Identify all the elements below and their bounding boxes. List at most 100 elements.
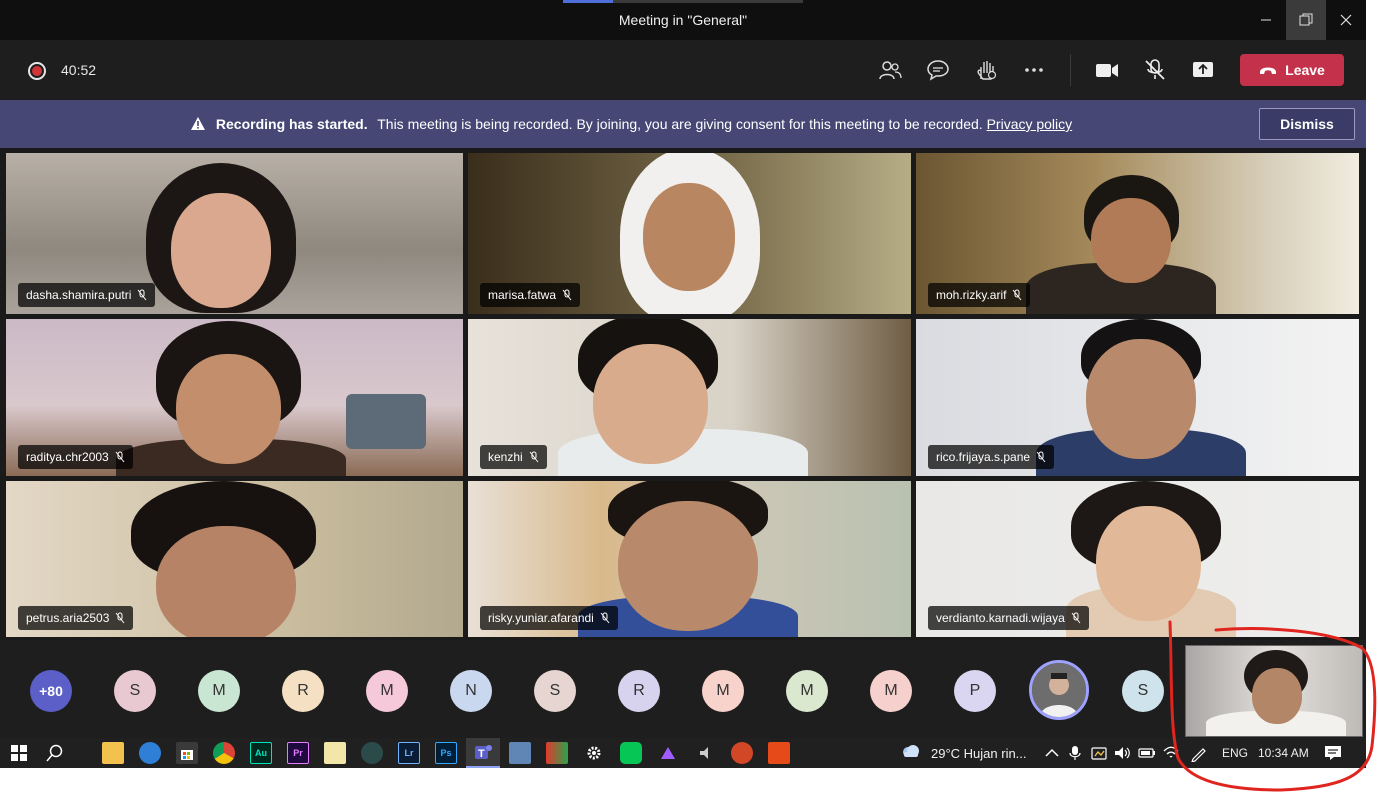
avatar[interactable]: S [534,670,576,712]
participant-name: dasha.shamira.putri [26,288,132,302]
video-tile[interactable]: raditya.chr2003 [6,319,463,476]
notes-icon[interactable] [324,742,346,764]
video-tile[interactable]: risky.yuniar.afarandi [468,481,911,637]
video-tile[interactable]: verdianto.karnadi.wijaya [916,481,1359,637]
video-tile[interactable]: dasha.shamira.putri [6,153,463,314]
more-participants-button[interactable]: +80 [30,670,72,712]
participant-name-tag: rico.frijaya.s.pane [928,445,1055,469]
title-accent [563,0,803,3]
leave-label: Leave [1285,62,1325,78]
notifications-icon[interactable] [1322,742,1344,764]
avatar[interactable]: S [114,670,156,712]
teams-icon: T [475,745,492,760]
meeting-timer: 40:52 [61,62,97,78]
toolbar-divider [1070,54,1071,86]
lightroom-icon[interactable]: Lr [398,742,420,764]
avatar[interactable]: M [870,670,912,712]
volume-icon[interactable] [1112,742,1134,764]
chrome-icon[interactable] [213,742,235,764]
store-icon[interactable] [176,742,198,764]
chevron-up-icon[interactable] [1041,742,1063,764]
settings-icon[interactable] [583,742,605,764]
banner-message: Recording has started. This meeting is b… [190,116,1072,132]
pdf-icon[interactable] [768,742,790,764]
participants-button[interactable] [876,56,904,84]
weather-text[interactable]: 29°C Hujan rin... [931,746,1027,761]
restore-button[interactable] [1286,0,1326,40]
chat-button[interactable] [924,56,952,84]
search-button[interactable] [44,742,66,764]
photoshop-icon[interactable]: Ps [435,742,457,764]
app-icon[interactable] [546,742,568,764]
language-indicator[interactable]: ENG [1222,746,1248,760]
minimize-button[interactable] [1246,0,1286,40]
participant-name: verdianto.karnadi.wijaya [936,611,1065,625]
pen-icon[interactable] [1188,742,1210,764]
app-icon[interactable] [361,742,383,764]
minimize-icon [1261,19,1271,21]
mic-off-icon [600,612,610,624]
leave-button[interactable]: Leave [1240,54,1344,86]
close-window-button[interactable] [1326,0,1366,40]
window-title: Meeting in "General" [618,12,748,28]
wifi-icon[interactable] [1160,742,1182,764]
more-actions-button[interactable] [1020,56,1048,84]
video-tile[interactable]: kenzhi [468,319,911,476]
dismiss-button[interactable]: Dismiss [1259,108,1355,140]
participant-name: kenzhi [488,450,523,464]
video-tile[interactable]: rico.frijaya.s.pane [916,319,1359,476]
share-screen-button[interactable] [1189,56,1217,84]
avatar[interactable]: S [1122,670,1164,712]
camera-button[interactable] [1093,56,1121,84]
participant-name-tag: raditya.chr2003 [18,445,133,469]
avatar[interactable]: N [450,670,492,712]
teams-taskbar-button[interactable]: T [466,738,500,768]
avatar[interactable]: R [282,670,324,712]
self-view-video[interactable] [1185,645,1363,737]
participant-name: risky.yuniar.afarandi [488,611,594,625]
recording-banner: Recording has started. This meeting is b… [0,100,1366,148]
participant-name: rico.frijaya.s.pane [936,450,1031,464]
avatar[interactable] [1029,660,1089,720]
file-explorer-icon[interactable] [102,742,124,764]
share-icon [1193,62,1213,77]
edge-browser-icon[interactable] [139,742,161,764]
avatar[interactable]: M [366,670,408,712]
app-icon[interactable] [657,742,679,764]
speaker-app-icon[interactable] [694,742,716,764]
network-icon[interactable] [1088,742,1110,764]
avatar[interactable]: P [954,670,996,712]
line-app-icon[interactable] [620,742,642,764]
participant-name: marisa.fatwa [488,288,557,302]
mic-off-icon [1071,612,1081,624]
avatar[interactable]: M [786,670,828,712]
weather-icon[interactable] [898,740,922,762]
mic-off-icon [138,289,147,301]
premiere-icon[interactable]: Pr [287,742,309,764]
video-tile[interactable]: petrus.aria2503 [6,481,463,637]
participant-name-tag: moh.rizky.arif [928,283,1031,307]
avatar[interactable]: M [198,670,240,712]
audition-icon[interactable]: Au [250,742,272,764]
more-icon [1025,68,1043,72]
microphone-button[interactable] [1141,56,1169,84]
video-tile[interactable]: moh.rizky.arif [916,153,1359,314]
clock[interactable]: 10:34 AM [1258,746,1309,760]
privacy-policy-link[interactable]: Privacy policy [987,116,1073,132]
warning-icon [191,117,205,130]
avatar[interactable]: M [702,670,744,712]
windows-icon [11,745,27,761]
powerpoint-icon[interactable] [731,742,753,764]
mic-off-icon [115,451,125,463]
video-tile[interactable]: marisa.fatwa [468,153,911,314]
avatar[interactable]: R [618,670,660,712]
participant-name: raditya.chr2003 [26,450,109,464]
reactions-button[interactable] [972,56,1000,84]
microphone-tray-icon[interactable] [1064,742,1086,764]
battery-icon[interactable] [1136,742,1158,764]
windows-taskbar: Au Pr Lr Ps T 29°C Hujan rin... ENG 10:3… [0,738,1366,768]
svg-text:T: T [478,748,485,760]
start-button[interactable] [8,742,30,764]
photos-icon[interactable] [509,742,531,764]
participant-name-tag: dasha.shamira.putri [18,283,156,307]
